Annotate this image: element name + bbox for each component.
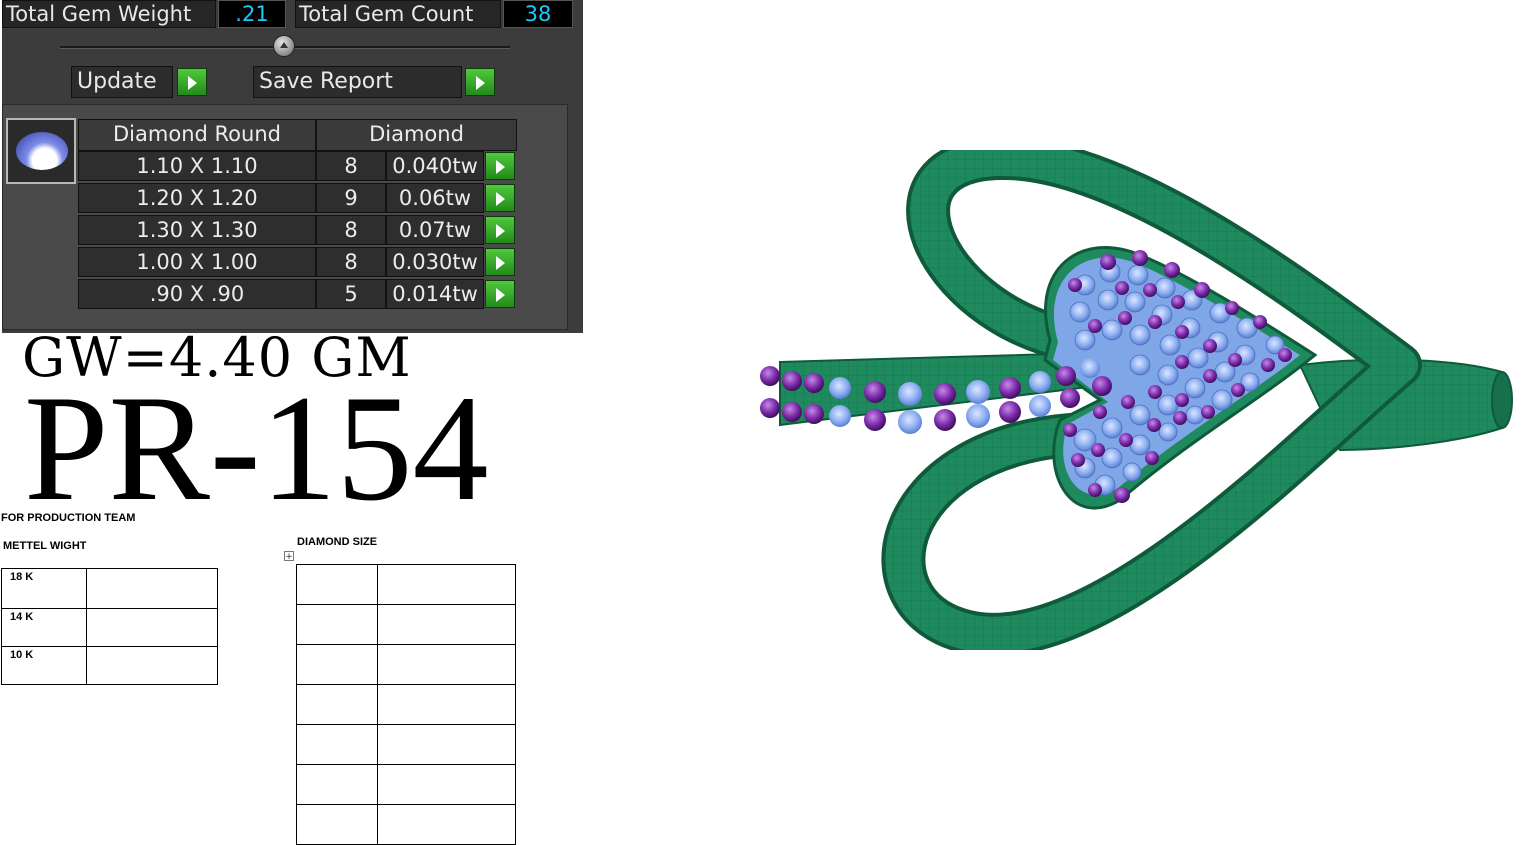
- total-gem-weight-value: .21: [218, 0, 286, 28]
- slider-handle[interactable]: [273, 35, 295, 57]
- diamond-cell[interactable]: [296, 804, 378, 845]
- diamond-cell[interactable]: [377, 804, 516, 845]
- metal-value-cell[interactable]: [86, 608, 218, 647]
- gem-shape-thumbnail[interactable]: [6, 118, 76, 184]
- diamond-cell[interactable]: [377, 644, 516, 685]
- row-count: 8: [316, 151, 386, 181]
- metal-value-cell[interactable]: [86, 646, 218, 685]
- table-row: [296, 564, 516, 605]
- row-size: 1.00 X 1.00: [78, 247, 316, 277]
- update-button[interactable]: Update: [71, 66, 173, 98]
- table-row: [296, 804, 516, 845]
- row-weight: 0.030tw: [386, 247, 484, 277]
- table-move-handle-icon[interactable]: +: [284, 551, 294, 562]
- save-report-button[interactable]: Save Report: [253, 66, 462, 98]
- diamond-cell[interactable]: [296, 684, 378, 725]
- row-go-icon[interactable]: [485, 216, 515, 244]
- diamond-size-table: [296, 564, 516, 845]
- diamond-cell[interactable]: [296, 724, 378, 765]
- column-header-type: Diamond: [316, 119, 517, 151]
- design-code-text: PR-154: [24, 364, 489, 532]
- row-count: 8: [316, 215, 386, 245]
- metal-karat-cell: 18 K: [1, 568, 87, 609]
- table-row: [296, 604, 516, 645]
- row-count: 8: [316, 247, 386, 277]
- update-go-icon[interactable]: [177, 68, 207, 96]
- metal-value-cell[interactable]: [86, 568, 218, 609]
- row-weight: 0.07tw: [386, 215, 484, 245]
- round-diamond-icon: [16, 132, 68, 170]
- metal-karat-cell: 10 K: [1, 646, 87, 685]
- column-header-shape: Diamond Round: [78, 119, 316, 151]
- diamond-cell[interactable]: [296, 644, 378, 685]
- row-size: 1.10 X 1.10: [78, 151, 316, 181]
- row-count: 5: [316, 279, 386, 309]
- update-label: Update: [77, 69, 157, 94]
- diamond-cell[interactable]: [377, 724, 516, 765]
- metal-weight-heading: METTEL WIGHT: [3, 540, 87, 552]
- table-row: [296, 644, 516, 685]
- ring-3d-render: [760, 150, 1513, 650]
- table-row: 14 K: [1, 608, 218, 647]
- table-row: 18 K: [1, 568, 218, 609]
- diamond-cell[interactable]: [377, 564, 516, 605]
- diamond-cell[interactable]: [377, 684, 516, 725]
- diamond-size-heading: DIAMOND SIZE: [297, 536, 378, 548]
- total-gem-weight-label: Total Gem Weight: [2, 0, 216, 28]
- row-go-icon[interactable]: [485, 152, 515, 180]
- row-weight: 0.014tw: [386, 279, 484, 309]
- diamond-cell[interactable]: [296, 604, 378, 645]
- metal-karat-cell: 14 K: [1, 608, 87, 647]
- row-size: .90 X .90: [78, 279, 316, 309]
- save-report-go-icon[interactable]: [465, 68, 495, 96]
- table-row: [296, 764, 516, 805]
- row-weight: 0.040tw: [386, 151, 484, 181]
- table-row: [296, 724, 516, 765]
- total-gem-count-label: Total Gem Count: [295, 0, 501, 28]
- diamond-cell[interactable]: [296, 764, 378, 805]
- table-row: 10 K: [1, 646, 218, 685]
- total-gem-count-value: 38: [503, 0, 573, 28]
- production-heading: FOR PRODUCTION TEAM: [1, 512, 136, 524]
- diamond-cell[interactable]: [377, 764, 516, 805]
- diamond-cell[interactable]: [377, 604, 516, 645]
- row-go-icon[interactable]: [485, 280, 515, 308]
- row-weight: 0.06tw: [386, 183, 484, 213]
- table-row: [296, 684, 516, 725]
- row-go-icon[interactable]: [485, 248, 515, 276]
- row-count: 9: [316, 183, 386, 213]
- row-size: 1.20 X 1.20: [78, 183, 316, 213]
- save-report-label: Save Report: [259, 69, 393, 94]
- row-go-icon[interactable]: [485, 184, 515, 212]
- diamond-cell[interactable]: [296, 564, 378, 605]
- row-size: 1.30 X 1.30: [78, 215, 316, 245]
- metal-weight-table: 18 K 14 K 10 K: [1, 568, 218, 685]
